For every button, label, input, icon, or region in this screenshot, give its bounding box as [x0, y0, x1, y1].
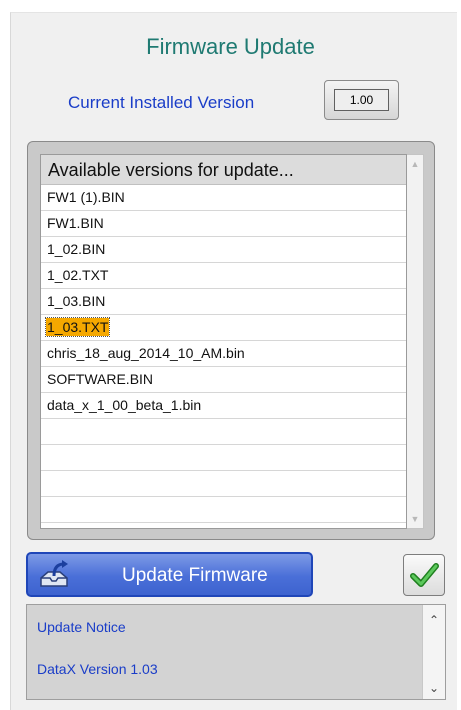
versions-list-scrollbar[interactable]: ▲ ▼	[407, 154, 424, 529]
versions-listbox[interactable]: Available versions for update... FW1 (1)…	[40, 154, 407, 529]
checkmark-icon	[410, 563, 439, 587]
confirm-button[interactable]	[403, 554, 445, 596]
update-firmware-label: Update Firmware	[122, 565, 268, 586]
update-notice-body: DataX Version 1.03	[37, 661, 158, 677]
list-item[interactable]: data_x_1_00_beta_1.bin	[41, 393, 406, 419]
list-item-label	[46, 422, 48, 440]
notice-scrollbar[interactable]: ⌃ ⌄	[422, 605, 445, 699]
upload-arrow-icon	[38, 560, 70, 590]
update-notice-title: Update Notice	[37, 619, 126, 635]
versions-list-frame: Available versions for update... FW1 (1)…	[27, 141, 435, 540]
list-item-label: chris_18_aug_2014_10_AM.bin	[47, 345, 245, 361]
update-firmware-button[interactable]: Update Firmware	[26, 552, 313, 597]
list-item[interactable]: 1_03.BIN	[41, 289, 406, 315]
scroll-down-icon[interactable]: ▼	[410, 514, 420, 524]
versions-list-header: Available versions for update...	[41, 155, 406, 185]
list-item-label: FW1.BIN	[47, 215, 104, 231]
list-item-empty[interactable]	[41, 419, 406, 445]
list-item-label: 1_03.TXT	[44, 317, 111, 337]
list-item-label: 1_02.TXT	[47, 267, 109, 283]
list-item[interactable]: FW1.BIN	[41, 211, 406, 237]
scroll-up-icon[interactable]: ▲	[410, 159, 420, 169]
chevron-up-icon[interactable]: ⌃	[428, 613, 440, 627]
list-item-label	[46, 500, 48, 518]
list-item-empty[interactable]	[41, 445, 406, 471]
list-item-label: 1_02.BIN	[47, 241, 106, 257]
list-item-label	[46, 474, 48, 492]
list-item-label	[46, 448, 48, 466]
current-version-value: 1.00	[334, 89, 389, 111]
list-item[interactable]: FW1 (1).BIN	[41, 185, 406, 211]
list-item[interactable]: 1_02.BIN	[41, 237, 406, 263]
page-title: Firmware Update	[146, 34, 315, 59]
list-item-label: data_x_1_00_beta_1.bin	[47, 397, 202, 413]
list-item-label: FW1 (1).BIN	[47, 189, 125, 205]
list-item[interactable]: 1_02.TXT	[41, 263, 406, 289]
list-item[interactable]: SOFTWARE.BIN	[41, 367, 406, 393]
list-item-label: 1_03.BIN	[47, 293, 106, 309]
chevron-down-icon[interactable]: ⌄	[428, 681, 440, 695]
list-item-empty[interactable]	[41, 471, 406, 497]
list-item-selected[interactable]: 1_03.TXT	[41, 315, 406, 341]
current-version-display: 1.00	[324, 80, 399, 120]
list-item-label: SOFTWARE.BIN	[47, 371, 154, 387]
update-notice-box[interactable]: Update Notice DataX Version 1.03 ⌃ ⌄	[26, 604, 446, 700]
list-item-empty[interactable]	[41, 497, 406, 523]
current-version-label: Current Installed Version	[68, 93, 255, 112]
list-item[interactable]: chris_18_aug_2014_10_AM.bin	[41, 341, 406, 367]
